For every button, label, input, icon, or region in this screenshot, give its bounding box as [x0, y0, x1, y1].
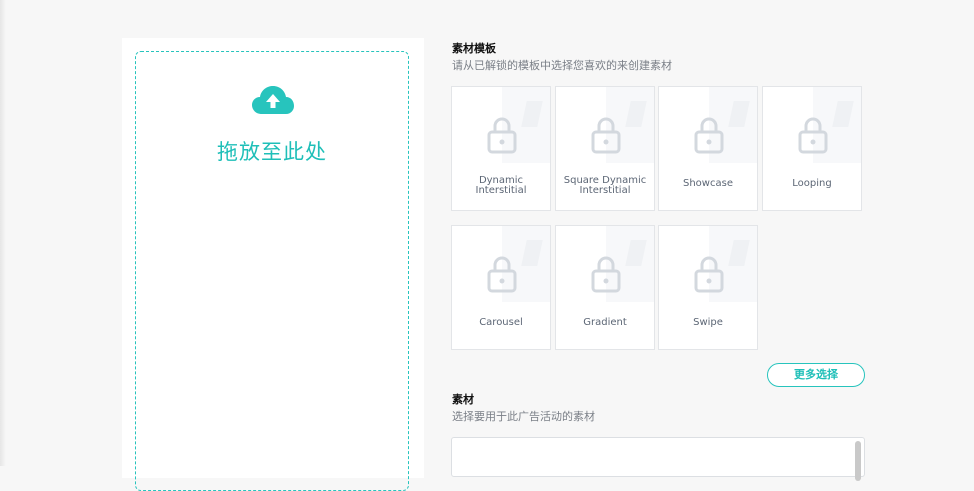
drop-here-label: 拖放至此处 [217, 141, 327, 164]
cloud-upload-icon [252, 86, 294, 114]
template-card-looping[interactable]: Looping [762, 86, 862, 211]
template-name: Gradient [583, 317, 627, 328]
template-name: Square Dynamic Interstitial [563, 175, 647, 196]
lock-icon [694, 117, 724, 154]
scrollbar[interactable] [855, 441, 861, 481]
asset-list[interactable] [451, 437, 865, 481]
assets-subtitle: 选择要用于此广告活动的素材 [452, 411, 595, 423]
template-name: Swipe [693, 317, 723, 328]
template-card-swipe[interactable]: Swipe [658, 225, 758, 350]
template-card-carousel[interactable]: Carousel [451, 225, 551, 350]
drop-zone[interactable]: 拖放至此处 [135, 51, 409, 491]
template-card-square-dynamic-interstitial[interactable]: Square Dynamic Interstitial [555, 86, 655, 211]
template-name: Looping [792, 178, 832, 189]
lock-icon [487, 256, 517, 293]
lock-icon [591, 256, 621, 293]
template-name: Carousel [479, 317, 523, 328]
template-card-dynamic-interstitial[interactable]: Dynamic Interstitial [451, 86, 551, 211]
more-options-button[interactable]: 更多选择 [767, 363, 865, 387]
template-card-showcase[interactable]: Showcase [658, 86, 758, 211]
window-edge [0, 0, 6, 466]
templates-subtitle: 请从已解锁的模板中选择您喜欢的来创建素材 [452, 60, 672, 72]
assets-title: 素材 [452, 394, 474, 406]
templates-title: 素材模板 [452, 43, 496, 55]
template-name: Dynamic Interstitial [475, 175, 527, 196]
lock-icon [591, 117, 621, 154]
template-name: Showcase [683, 178, 733, 189]
lock-icon [798, 117, 828, 154]
lock-icon [487, 117, 517, 154]
upload-panel: 拖放至此处 [122, 38, 424, 491]
lock-icon [694, 256, 724, 293]
template-card-gradient[interactable]: Gradient [555, 225, 655, 350]
